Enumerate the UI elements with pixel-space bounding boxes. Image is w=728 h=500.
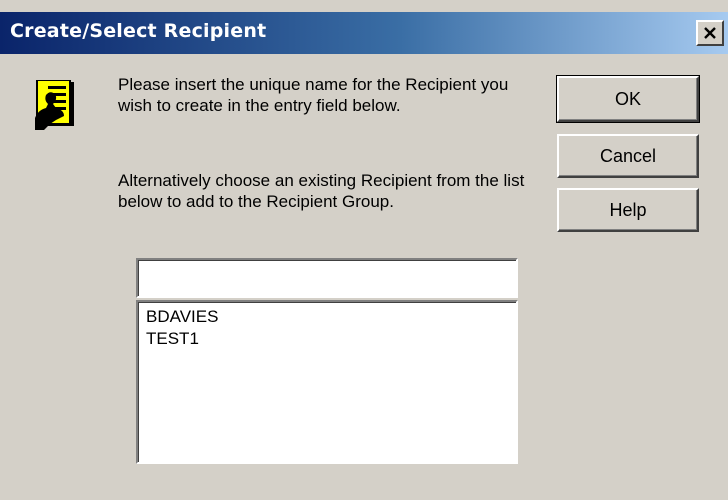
cancel-button[interactable]: Cancel [557,134,699,178]
dialog-bottom-edge [0,480,728,500]
title-bar[interactable]: Create/Select Recipient [0,12,728,54]
alternative-instruction-text: Alternatively choose an existing Recipie… [118,171,525,211]
list-item[interactable]: TEST1 [144,328,510,350]
help-button[interactable]: Help [557,188,699,232]
recipient-list[interactable]: BDAVIES TEST1 [136,300,518,464]
recipient-name-input[interactable] [136,258,518,298]
close-x-icon [703,27,717,39]
close-button[interactable] [696,20,724,46]
create-select-recipient-dialog: Create/Select Recipient Please insert th… [0,0,728,500]
ok-button[interactable]: OK [556,75,700,123]
window-title: Create/Select Recipient [10,20,267,42]
recipient-card-icon [34,79,78,132]
list-item[interactable]: BDAVIES [144,306,510,328]
instruction-text: Please insert the unique name for the Re… [118,75,509,115]
